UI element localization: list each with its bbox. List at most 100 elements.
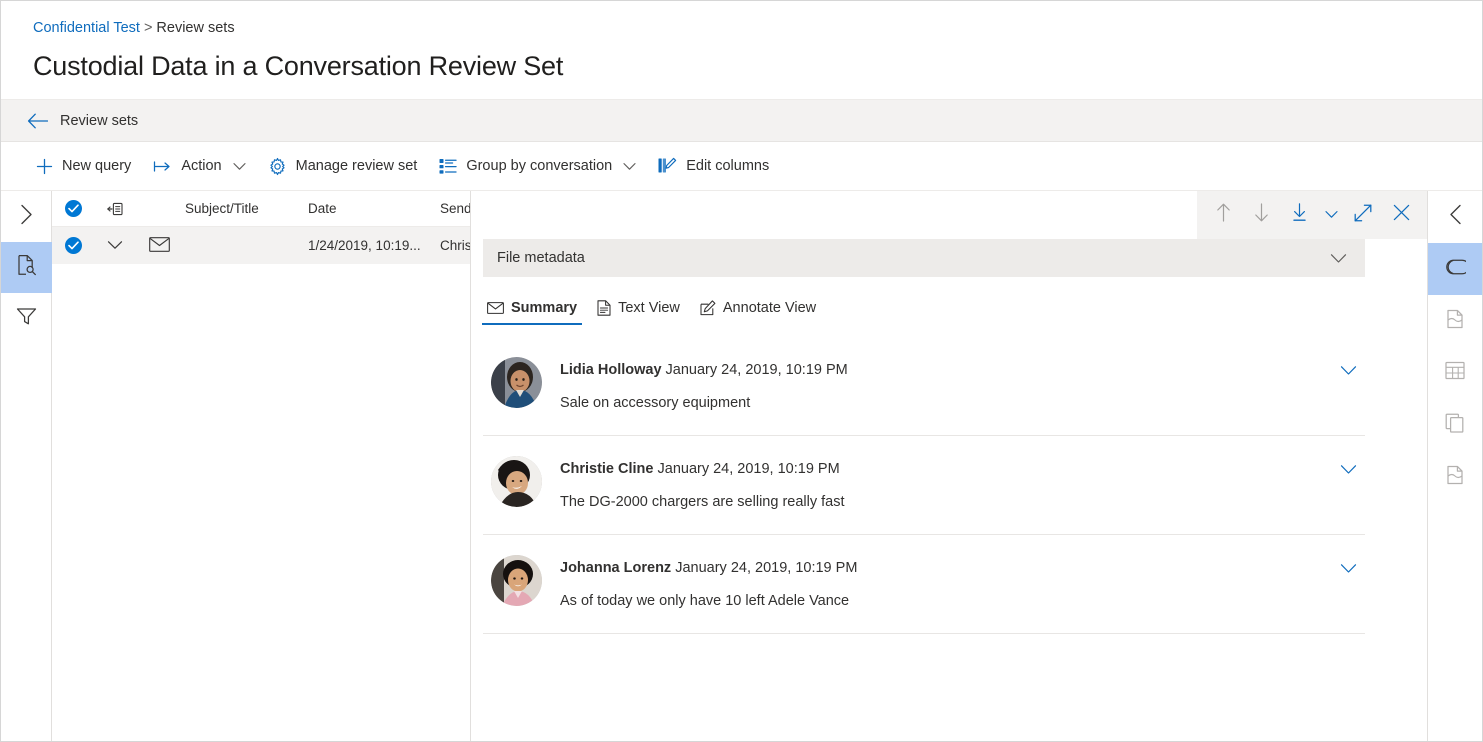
list-item: Lidia Holloway January 24, 2019, 10:19 P… [483,337,1365,436]
collapse-rows-icon[interactable] [94,202,136,216]
preview-tabs: Summary Text View Annotate View [471,277,1427,325]
new-query-button[interactable]: New query [25,148,142,184]
message-sender: Lidia Holloway [560,362,662,378]
file-metadata-label: File metadata [497,250,585,266]
message-expand-toggle[interactable] [1337,555,1359,611]
sidebar-item-filters[interactable] [1,293,52,344]
arrow-down-icon [1254,203,1269,227]
row-checkbox[interactable] [52,237,94,254]
group-by-conversation-button[interactable]: Group by conversation [428,148,647,184]
group-by-conversation-label: Group by conversation [466,158,613,174]
tab-summary-label: Summary [511,300,578,316]
tab-summary[interactable]: Summary [479,296,585,325]
chevron-right-icon [19,204,34,230]
next-item-button[interactable] [1243,197,1279,233]
download-icon [1292,203,1307,227]
column-header-sender[interactable]: Sender [440,201,470,216]
row-date: 1/24/2019, 10:19... [308,238,421,253]
tab-annotate-view[interactable]: Annotate View [692,296,824,325]
action-label: Action [181,158,222,174]
arrow-up-icon [1216,203,1231,227]
message-sender: Christie Cline [560,461,654,477]
message-timestamp: January 24, 2019, 10:19 PM [665,362,848,378]
review-set-app: Confidential Test > Review sets Custodial … [0,0,1483,742]
sidebar-item-search-documents[interactable] [1,242,52,293]
mail-icon [149,236,170,255]
document-icon [597,300,611,316]
row-sender: Christie [440,238,470,253]
avatar [491,357,542,408]
message-text: Sale on accessory equipment [560,395,751,411]
items-list-panel: Subject/Title Date Sender [52,191,471,741]
message-header: Christie Cline January 24, 2019, 10:19 P… [560,459,1319,479]
sidebar-item-near-duplicates[interactable] [1428,399,1483,451]
expand-diagonal-icon [1354,204,1372,227]
annotate-icon [700,300,716,316]
tag-icon [1444,257,1470,282]
edit-columns-button[interactable]: Edit columns [647,148,780,184]
expand-view-button[interactable] [1345,197,1381,233]
tab-text-view[interactable]: Text View [589,296,688,325]
sidebar-item-expand-panel[interactable] [1,191,52,242]
message-header: Lidia Holloway January 24, 2019, 10:19 P… [560,360,1319,380]
download-button[interactable] [1281,197,1317,233]
message-expand-toggle[interactable] [1337,456,1359,512]
preview-toolbar-group [1197,191,1427,239]
page-header: Confidential Test > Review sets Custodial … [1,1,1482,99]
file-page-icon [1445,309,1465,334]
list-item: Johanna Lorenz January 24, 2019, 10:19 P… [483,535,1365,634]
chevron-down-icon [1324,206,1338,224]
main-body: Subject/Title Date Sender [1,191,1482,741]
manage-review-set-button[interactable]: Manage review set [257,148,429,184]
download-menu-button[interactable] [1319,197,1343,233]
file-metadata-bar[interactable]: File metadata [483,239,1365,277]
conversation-message-list: Lidia Holloway January 24, 2019, 10:19 P… [471,325,1427,741]
column-header-date[interactable]: Date [308,201,440,216]
sidebar-item-document-info[interactable] [1428,451,1483,503]
table-row[interactable]: 1/24/2019, 10:19... Christie [52,227,470,264]
message-body: Christie Cline January 24, 2019, 10:19 P… [560,456,1319,512]
message-body: Johanna Lorenz January 24, 2019, 10:19 P… [560,555,1319,611]
message-expand-toggle[interactable] [1337,357,1359,413]
new-query-label: New query [62,158,132,174]
back-to-review-sets-bar[interactable]: Review sets [1,99,1482,142]
preview-panel: File metadata Summary Text View Annotate… [471,191,1427,741]
right-rail [1427,191,1482,741]
action-button[interactable]: Action [142,148,256,184]
group-list-icon [439,158,457,175]
avatar [491,456,542,507]
sidebar-item-tags[interactable] [1427,243,1482,295]
file-page-icon [1445,465,1465,490]
filter-icon [16,307,37,331]
select-all-checkbox[interactable] [52,200,94,217]
close-preview-button[interactable] [1383,197,1419,233]
copy-icon [1445,413,1465,438]
chevron-down-icon[interactable] [1330,253,1347,264]
preview-toolbar [471,191,1427,239]
sidebar-item-table-view[interactable] [1428,347,1483,399]
manage-review-set-label: Manage review set [295,158,418,174]
row-type-icon [136,236,183,255]
chevron-down-icon [1340,363,1357,381]
column-header-subject[interactable]: Subject/Title [183,201,308,216]
file-search-icon [15,254,37,281]
sidebar-item-collapse-panel[interactable] [1428,191,1483,243]
chevron-down-icon [1340,561,1357,579]
breadcrumb-root-link[interactable]: Confidential Test [33,20,140,36]
message-body: Lidia Holloway January 24, 2019, 10:19 P… [560,357,1319,413]
checked-circle-icon [64,237,82,254]
chevron-down-icon [1340,462,1357,480]
edit-columns-icon [658,157,677,175]
edit-columns-label: Edit columns [686,158,770,174]
back-bar-label: Review sets [60,112,139,129]
previous-item-button[interactable] [1205,197,1241,233]
sidebar-item-file-metadata[interactable] [1428,295,1483,347]
gear-icon [268,157,287,176]
list-header-row: Subject/Title Date Sender [52,191,470,227]
plus-icon [36,158,53,175]
breadcrumb-separator: > [143,20,153,36]
list-item: Christie Cline January 24, 2019, 10:19 P… [483,436,1365,535]
row-expand-toggle[interactable] [94,238,136,253]
avatar [491,555,542,606]
page-title: Custodial Data in a Conversation Review … [33,51,564,81]
